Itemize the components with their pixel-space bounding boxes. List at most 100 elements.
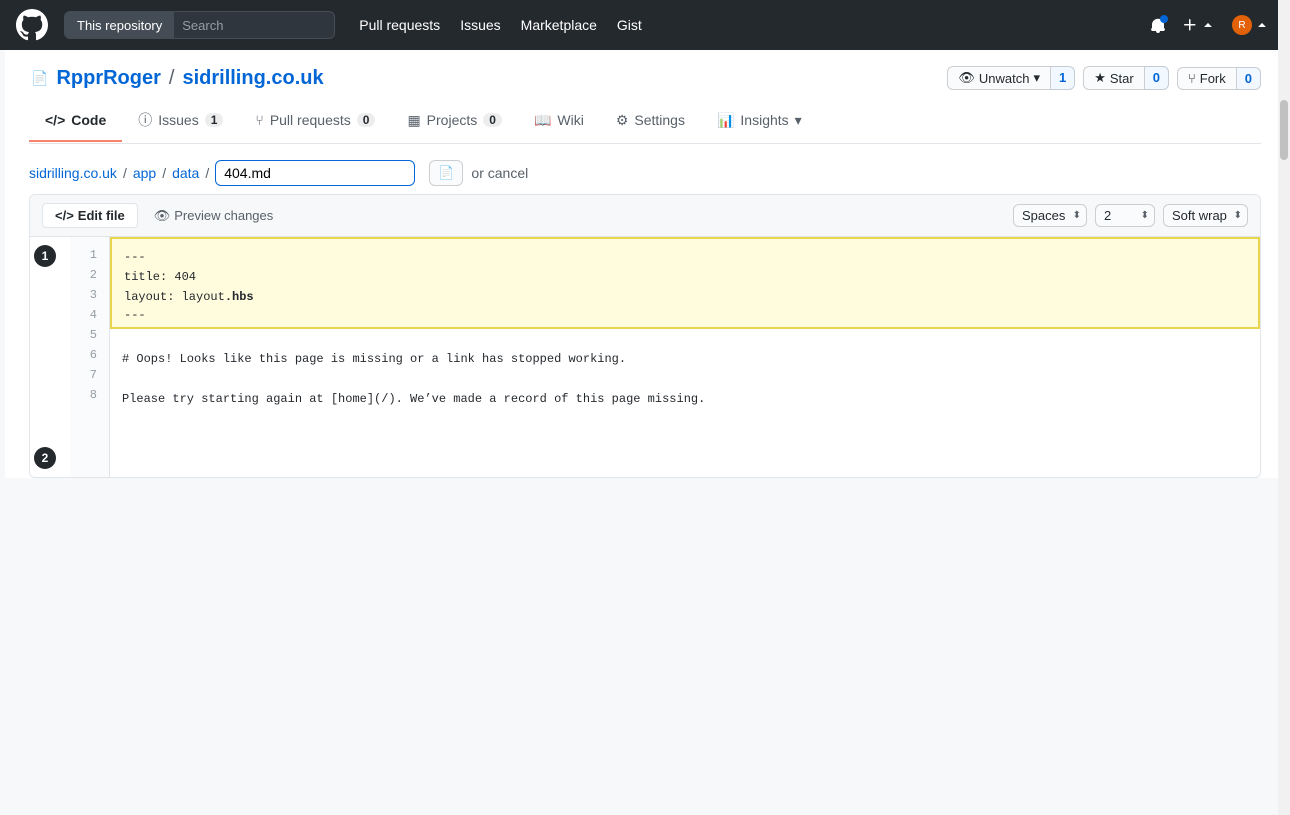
breadcrumb-app[interactable]: app bbox=[133, 165, 156, 181]
editor-toolbar: </> Edit file 👁 Preview changes Spaces 2 bbox=[30, 195, 1260, 237]
star-icon: ★ bbox=[1094, 70, 1106, 86]
scrollbar-thumb[interactable] bbox=[1280, 100, 1288, 160]
tab-insights-label: Insights bbox=[740, 112, 788, 128]
search-input[interactable] bbox=[174, 18, 334, 33]
star-button[interactable]: ★ Star bbox=[1083, 66, 1145, 90]
code-line-4: --- bbox=[124, 307, 1246, 327]
breadcrumb-sep2: / bbox=[162, 165, 166, 181]
tab-code[interactable]: </> Code bbox=[29, 100, 122, 142]
nav-marketplace[interactable]: Marketplace bbox=[521, 17, 597, 33]
fork-icon: ⑂ bbox=[1188, 71, 1196, 86]
tab-wiki-label: Wiki bbox=[557, 112, 583, 128]
code-editor: 1 2 1 2 3 4 5 6 7 8 --- title: 404 layou… bbox=[30, 237, 1260, 477]
filename-input[interactable] bbox=[215, 160, 415, 186]
cancel-text: cancel bbox=[488, 165, 528, 181]
repo-separator: / bbox=[169, 67, 175, 90]
star-group: ★ Star 0 bbox=[1083, 66, 1169, 90]
conflict-marker-2: 2 bbox=[34, 447, 56, 469]
watch-button[interactable]: 👁 Unwatch ▾ bbox=[947, 66, 1051, 90]
main-container: 📄 RpprRoger / sidrilling.co.uk 👁 Unwatch… bbox=[5, 50, 1285, 478]
nav-pull-requests[interactable]: Pull requests bbox=[359, 17, 440, 33]
repo-title: 📄 RpprRoger / sidrilling.co.uk bbox=[29, 67, 324, 90]
settings-icon: ⚙ bbox=[616, 112, 629, 129]
tab-issues-label: Issues bbox=[158, 112, 198, 128]
line-num-1: 1 bbox=[70, 245, 109, 265]
edit-file-label: Edit file bbox=[78, 208, 125, 223]
tab-pr-label: Pull requests bbox=[270, 112, 351, 128]
repo-selector[interactable]: This repository bbox=[64, 11, 335, 39]
editor-container: </> Edit file 👁 Preview changes Spaces 2 bbox=[29, 194, 1261, 478]
code-line-8: Please try starting again at [home](/). … bbox=[122, 389, 1248, 409]
nav-issues[interactable]: Issues bbox=[460, 17, 500, 33]
repo-header: 📄 RpprRoger / sidrilling.co.uk 👁 Unwatch… bbox=[29, 50, 1261, 90]
github-logo[interactable] bbox=[16, 9, 48, 41]
code-line-5 bbox=[122, 329, 1248, 349]
tab-edit-file[interactable]: </> Edit file bbox=[42, 203, 138, 228]
code-line-6: # Oops! Looks like this page is missing … bbox=[122, 349, 1248, 369]
tab-preview-changes[interactable]: 👁 Preview changes bbox=[142, 204, 286, 228]
code-line-3: layout: layout.hbs bbox=[124, 287, 1246, 307]
avatar-button[interactable]: R bbox=[1228, 11, 1274, 39]
conflict-markers: 1 2 bbox=[30, 237, 70, 477]
create-button[interactable] bbox=[1178, 13, 1220, 37]
tab-settings[interactable]: ⚙ Settings bbox=[600, 100, 701, 143]
tab-insights[interactable]: 📊 Insights ▾ bbox=[701, 100, 818, 143]
edit-code-icon: </> bbox=[55, 208, 74, 223]
file-action-button[interactable]: 📄 bbox=[429, 160, 463, 186]
repo-owner-link[interactable]: RpprRoger bbox=[56, 67, 160, 90]
eye-icon: 👁 bbox=[958, 70, 975, 86]
line-num-2: 2 bbox=[70, 265, 109, 285]
soft-wrap-select-wrapper: Soft wrap bbox=[1163, 204, 1248, 227]
fork-label: Fork bbox=[1200, 71, 1226, 86]
code-icon: </> bbox=[45, 112, 65, 128]
pr-icon: ⑂ bbox=[255, 112, 263, 128]
line-num-7: 7 bbox=[70, 365, 109, 385]
editor-toolbar-right: Spaces 2 Soft wrap bbox=[1013, 204, 1248, 227]
code-content[interactable]: --- title: 404 layout: layout.hbs --- # … bbox=[110, 237, 1260, 477]
watch-label: Unwatch bbox=[979, 71, 1030, 86]
watch-count: 1 bbox=[1051, 66, 1075, 90]
project-icon: ▦ bbox=[407, 112, 420, 129]
preview-label: Preview changes bbox=[174, 208, 273, 223]
breadcrumb-data[interactable]: data bbox=[172, 165, 199, 181]
repo-name-link[interactable]: sidrilling.co.uk bbox=[182, 67, 323, 90]
indent-select-wrapper: 2 bbox=[1095, 204, 1155, 227]
avatar: R bbox=[1232, 15, 1252, 35]
nav-gist[interactable]: Gist bbox=[617, 17, 642, 33]
header-nav: Pull requests Issues Marketplace Gist bbox=[359, 17, 642, 33]
highlighted-block: --- title: 404 layout: layout.hbs --- bbox=[110, 237, 1260, 329]
notifications-button[interactable] bbox=[1146, 13, 1170, 37]
issue-icon: ⓘ bbox=[138, 110, 152, 130]
breadcrumb-sep1: / bbox=[123, 165, 127, 181]
fork-button[interactable]: ⑂ Fork bbox=[1177, 67, 1237, 90]
issues-badge: 1 bbox=[205, 113, 224, 127]
line-num-8: 8 bbox=[70, 385, 109, 405]
chevron-icon: ▾ bbox=[1033, 70, 1040, 86]
projects-badge: 0 bbox=[483, 113, 502, 127]
tab-issues[interactable]: ⓘ Issues 1 bbox=[122, 98, 239, 144]
preview-eye-icon: 👁 bbox=[154, 208, 171, 224]
line-num-5: 5 bbox=[70, 325, 109, 345]
repo-label[interactable]: This repository bbox=[65, 12, 174, 38]
breadcrumb-actions: 📄 or cancel bbox=[429, 160, 528, 186]
cancel-link[interactable]: or cancel bbox=[471, 165, 528, 181]
tab-projects[interactable]: ▦ Projects 0 bbox=[391, 100, 518, 143]
line-num-4: 4 bbox=[70, 305, 109, 325]
spaces-select-wrapper: Spaces bbox=[1013, 204, 1087, 227]
tab-code-label: Code bbox=[71, 112, 106, 128]
tab-pull-requests[interactable]: ⑂ Pull requests 0 bbox=[239, 100, 391, 142]
code-line-7 bbox=[122, 369, 1248, 389]
indent-select[interactable]: 2 bbox=[1095, 204, 1155, 227]
fork-group: ⑂ Fork 0 bbox=[1177, 67, 1261, 90]
breadcrumb-root[interactable]: sidrilling.co.uk bbox=[29, 165, 117, 181]
tab-wiki[interactable]: 📖 Wiki bbox=[518, 100, 600, 143]
scrollbar[interactable] bbox=[1278, 0, 1290, 815]
spaces-select[interactable]: Spaces bbox=[1013, 204, 1087, 227]
insights-icon: 📊 bbox=[717, 112, 734, 129]
header: This repository Pull requests Issues Mar… bbox=[0, 0, 1290, 50]
wiki-icon: 📖 bbox=[534, 112, 551, 129]
tab-settings-label: Settings bbox=[634, 112, 685, 128]
soft-wrap-select[interactable]: Soft wrap bbox=[1163, 204, 1248, 227]
line-numbers: 1 2 3 4 5 6 7 8 bbox=[70, 237, 110, 477]
repo-icon: 📄 bbox=[31, 70, 48, 87]
